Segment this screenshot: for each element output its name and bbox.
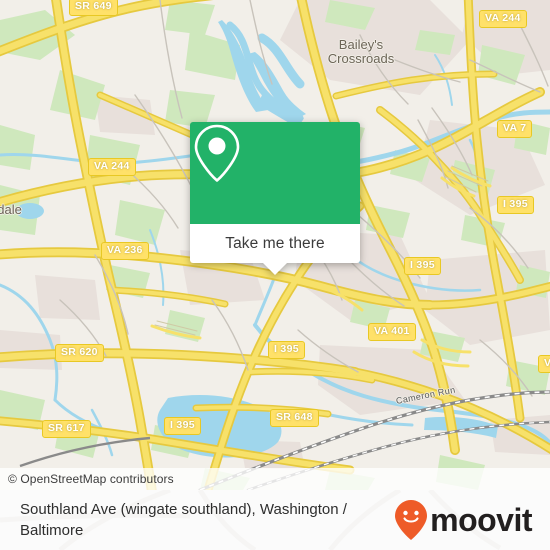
shield-va-236: VA 236 (101, 242, 149, 260)
shield-i-395-mid: I 395 (404, 257, 441, 275)
shield-va-244-top: VA 244 (479, 10, 527, 28)
shield-va-401: VA 401 (368, 323, 416, 341)
map-pin-icon (194, 124, 240, 182)
map-screenshot: Bailey's Crossroads ndale Cameron Run SR… (0, 0, 550, 550)
moovit-wordmark: moovit (430, 502, 532, 538)
shield-va-401-right: VA (538, 355, 550, 373)
shield-i-395-right: I 395 (497, 196, 534, 214)
popup-pointer (263, 263, 287, 275)
shield-sr-649: SR 649 (69, 0, 118, 16)
shield-sr-620: SR 620 (55, 344, 104, 362)
footer-bar: Southland Ave (wingate southland), Washi… (0, 490, 550, 550)
destination-popup-card[interactable]: Take me there (190, 122, 360, 275)
shield-i-395-bottom: I 395 (164, 417, 201, 435)
map-canvas[interactable]: Bailey's Crossroads ndale Cameron Run SR… (0, 0, 550, 490)
popup-pin-panel (190, 122, 360, 224)
shield-sr-648: SR 648 (270, 409, 319, 427)
take-me-there-label: Take me there (225, 234, 325, 252)
popup-action-panel[interactable]: Take me there (190, 224, 360, 263)
map-attribution: © OpenStreetMap contributors (0, 468, 550, 490)
shield-va-244-left: VA 244 (88, 158, 136, 176)
shield-sr-617: SR 617 (42, 420, 91, 438)
location-title: Southland Ave (wingate southland), Washi… (20, 501, 347, 539)
shield-va-7: VA 7 (497, 120, 533, 138)
moovit-logo: moovit (394, 498, 532, 542)
shield-i-395-low: I 395 (268, 341, 305, 359)
attribution-text: © OpenStreetMap contributors (8, 472, 174, 486)
moovit-smiley-pin-icon (395, 500, 428, 540)
